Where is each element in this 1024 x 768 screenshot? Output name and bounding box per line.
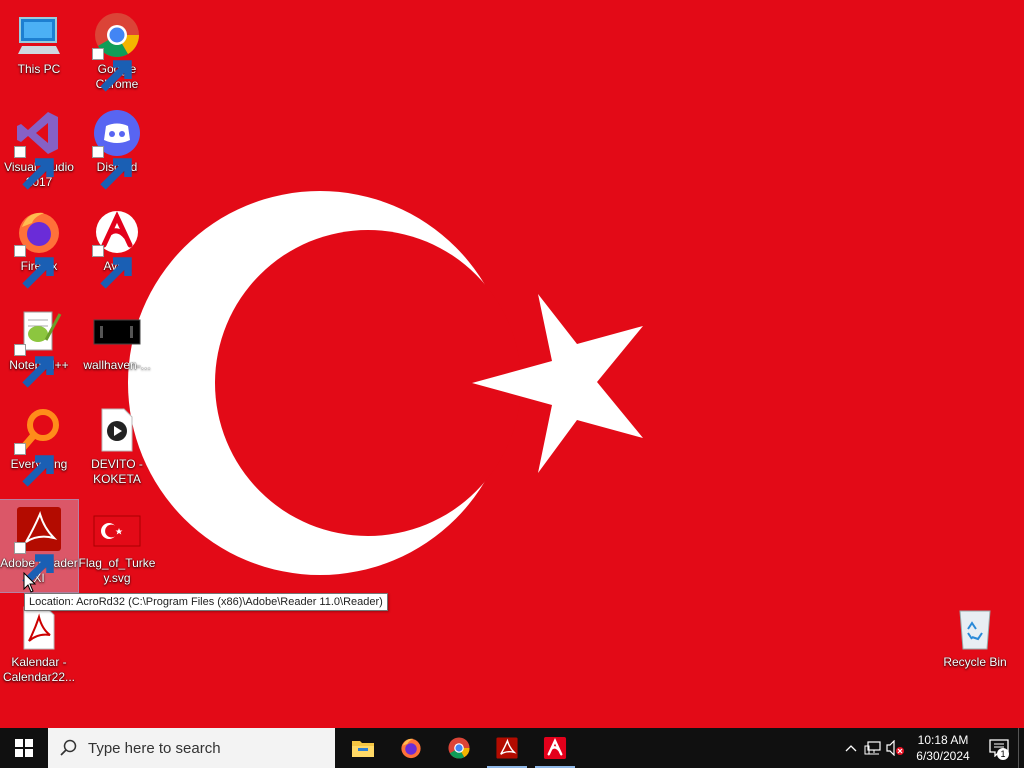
taskbar-clock[interactable]: 10:18 AM 6/30/2024 [906,732,980,764]
desktop-icon-discord[interactable]: Discord [78,104,156,196]
avira-icon [543,736,567,760]
show-hidden-icons-button[interactable] [840,728,862,768]
taskbar-firefox[interactable] [387,728,435,768]
icon-label: Kalendar - Calendar22... [2,655,76,684]
monitor-icon [14,10,64,60]
search-placeholder: Type here to search [88,739,221,757]
icon-label: DEVITO - KOKETA [91,457,143,486]
desktop-icon-kalendar[interactable]: Kalendar - Calendar22... [0,599,78,691]
taskbar: Type here to search 10:18 AM 6/30/2024 1 [0,728,1024,768]
taskbar-chrome[interactable] [435,728,483,768]
clock-date: 6/30/2024 [916,749,970,763]
start-button[interactable] [0,728,48,768]
shortcut-arrow-icon [14,443,54,487]
chevron-up-icon [845,745,857,752]
everything-icon [14,405,64,487]
desktop-icon-google-chrome[interactable]: Google Chrome [78,6,156,98]
desktop-icon-firefox[interactable]: Firefox [0,203,78,295]
volume-muted-icon [886,740,904,756]
location-tooltip: Location: AcroRd32 (C:\Program Files (x8… [24,593,388,611]
icon-label: Flag_of_Turkey.svg [78,556,156,585]
shortcut-arrow-icon [14,146,54,190]
volume-button[interactable] [884,728,906,768]
desktop-icon-devito-koketa[interactable]: DEVITO - KOKETA [78,401,156,493]
discord-icon [92,108,142,190]
action-center-button[interactable]: 1 [980,728,1018,768]
desktop-icon-recycle-bin[interactable]: Recycle Bin [936,599,1014,691]
media-file-icon [92,405,142,455]
desktop-icon-flag-of-turkey[interactable]: Flag_of_Turkey.svg [78,500,156,592]
recycle-bin-icon [950,603,1000,653]
show-desktop-button[interactable] [1018,728,1024,768]
desktop-icon-avira[interactable]: Avira [78,203,156,295]
icon-label: This PC [17,62,61,76]
taskbar-file-explorer[interactable] [339,728,387,768]
desktop-icon-this-pc[interactable]: This PC [0,6,78,98]
shortcut-arrow-icon [14,245,54,289]
shortcut-arrow-icon [92,245,132,289]
notepadpp-icon [14,306,64,388]
visual-studio-icon [14,108,64,190]
desktop-icon-everything[interactable]: Everything [0,401,78,493]
search-icon [60,739,77,756]
image-file-icon [92,306,142,356]
network-button[interactable] [862,728,884,768]
desktop-icon-adobe-reader[interactable]: Adobe Reader XI [0,499,79,593]
taskbar-search-box[interactable]: Type here to search [48,728,335,768]
adobe-reader-icon [14,504,64,586]
clock-time: 10:18 AM [917,733,969,747]
desktop-icon-visual-studio[interactable]: Visual Studio 2017 [0,104,78,196]
windows-logo-icon [15,739,33,757]
svg-file-icon [92,504,142,554]
icon-label: wallhaven-... [83,358,151,372]
mouse-cursor-icon [23,572,37,593]
firefox-icon [401,738,421,759]
desktop-icon-notepadpp[interactable]: Notepad++ [0,302,78,394]
taskbar-avira[interactable] [531,728,579,768]
system-tray: 10:18 AM 6/30/2024 1 [840,728,1024,768]
shortcut-arrow-icon [14,344,54,388]
firefox-icon [14,207,64,289]
shortcut-arrow-icon [92,146,132,190]
notification-count-badge: 1 [997,748,1009,760]
chrome-icon [448,737,470,759]
desktop-icon-wallhaven[interactable]: wallhaven-... [78,302,156,394]
avira-icon [92,207,142,289]
network-icon [864,741,881,755]
shortcut-arrow-icon [14,542,54,586]
icon-label: Recycle Bin [943,655,1007,669]
taskbar-adobe-reader[interactable] [483,728,531,768]
adobe-reader-icon [496,737,518,759]
shortcut-arrow-icon [92,48,132,92]
file-explorer-icon [352,741,374,757]
chrome-icon [92,10,142,92]
